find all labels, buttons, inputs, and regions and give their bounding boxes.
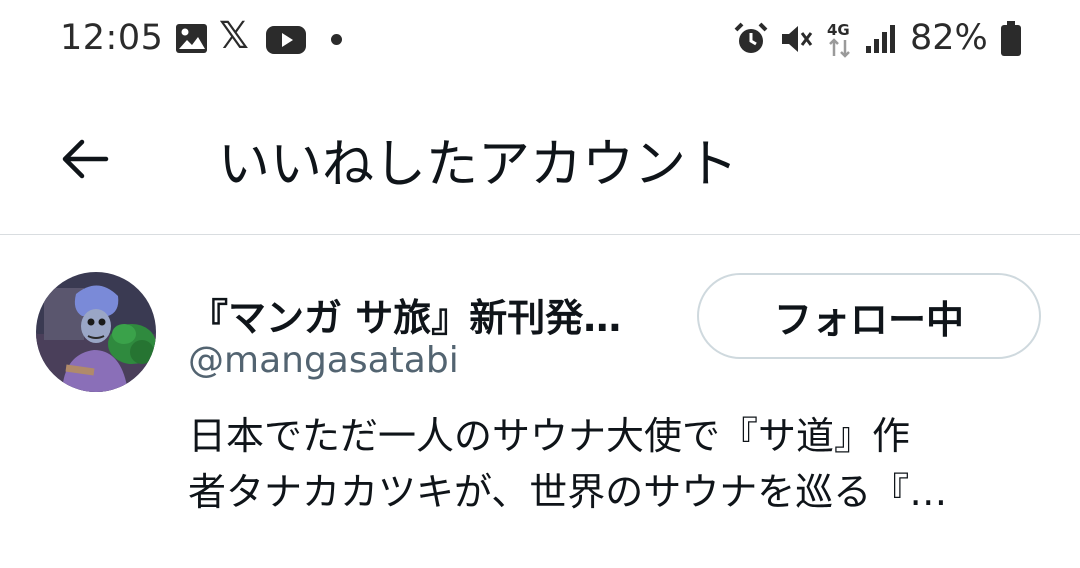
dot-icon <box>331 34 342 45</box>
page-header: いいねしたアカウント <box>0 80 1080 235</box>
status-bar: 12:05 𝕏 4G 82% <box>0 0 1080 80</box>
signal-icon <box>866 25 895 53</box>
status-time: 12:05 <box>60 18 164 58</box>
bio-line: 者タナカカツキが、世界のサウナを巡る『… <box>188 470 948 514</box>
page-title: いいねしたアカウント <box>218 135 739 195</box>
alarm-icon <box>734 22 768 53</box>
avatar[interactable] <box>36 272 156 392</box>
4g-icon: 4G <box>827 21 850 58</box>
bio-line: 日本でただ一人のサウナ大使で『サ道』作 <box>188 414 911 458</box>
x-logo-icon: 𝕏 <box>219 14 249 57</box>
following-button[interactable]: フォロー中 <box>697 273 1041 359</box>
network-label: 4G <box>827 21 850 39</box>
battery-icon <box>1001 21 1021 56</box>
account-handle[interactable]: @mangasatabi <box>188 340 459 381</box>
battery-percent: 82% <box>910 18 988 58</box>
vibrate-mute-icon <box>782 26 813 52</box>
account-display-name[interactable]: 『マンガ サ旅』新刊発… <box>190 287 672 342</box>
youtube-icon <box>266 26 306 54</box>
arrow-left-icon[interactable] <box>58 132 112 186</box>
image-icon <box>176 24 207 53</box>
account-bio: 日本でただ一人のサウナ大使で『サ道』作 者タナカカツキが、世界のサウナを巡る『… <box>188 408 1048 520</box>
